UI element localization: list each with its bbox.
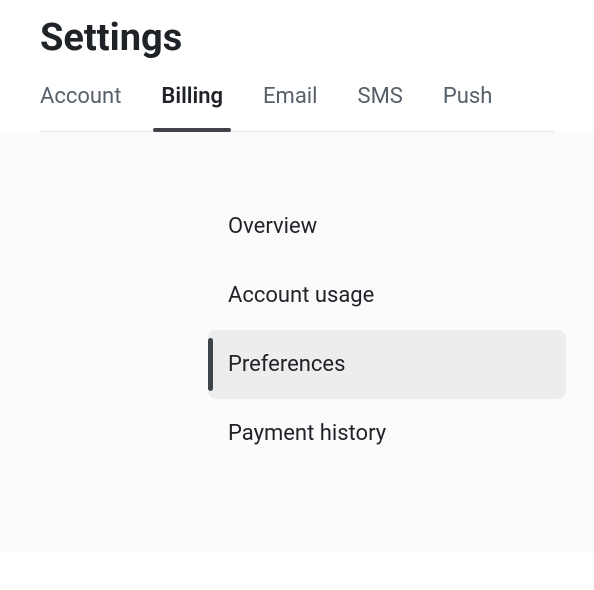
subnav-payment-history[interactable]: Payment history — [208, 399, 566, 468]
tab-account[interactable]: Account — [40, 84, 121, 131]
tab-push[interactable]: Push — [443, 84, 492, 131]
tab-sms[interactable]: SMS — [358, 84, 403, 131]
subnav-account-usage[interactable]: Account usage — [208, 261, 566, 330]
tab-email[interactable]: Email — [263, 84, 317, 131]
header: Settings Account Billing Email SMS Push — [0, 0, 594, 132]
content-area: Overview Account usage Preferences Payme… — [0, 132, 594, 552]
subnav-preferences[interactable]: Preferences — [208, 330, 566, 399]
subnav: Overview Account usage Preferences Payme… — [208, 192, 566, 468]
page-title: Settings — [40, 16, 554, 60]
tabs: Account Billing Email SMS Push — [40, 84, 554, 132]
tab-billing[interactable]: Billing — [161, 84, 223, 131]
subnav-overview[interactable]: Overview — [208, 192, 566, 261]
